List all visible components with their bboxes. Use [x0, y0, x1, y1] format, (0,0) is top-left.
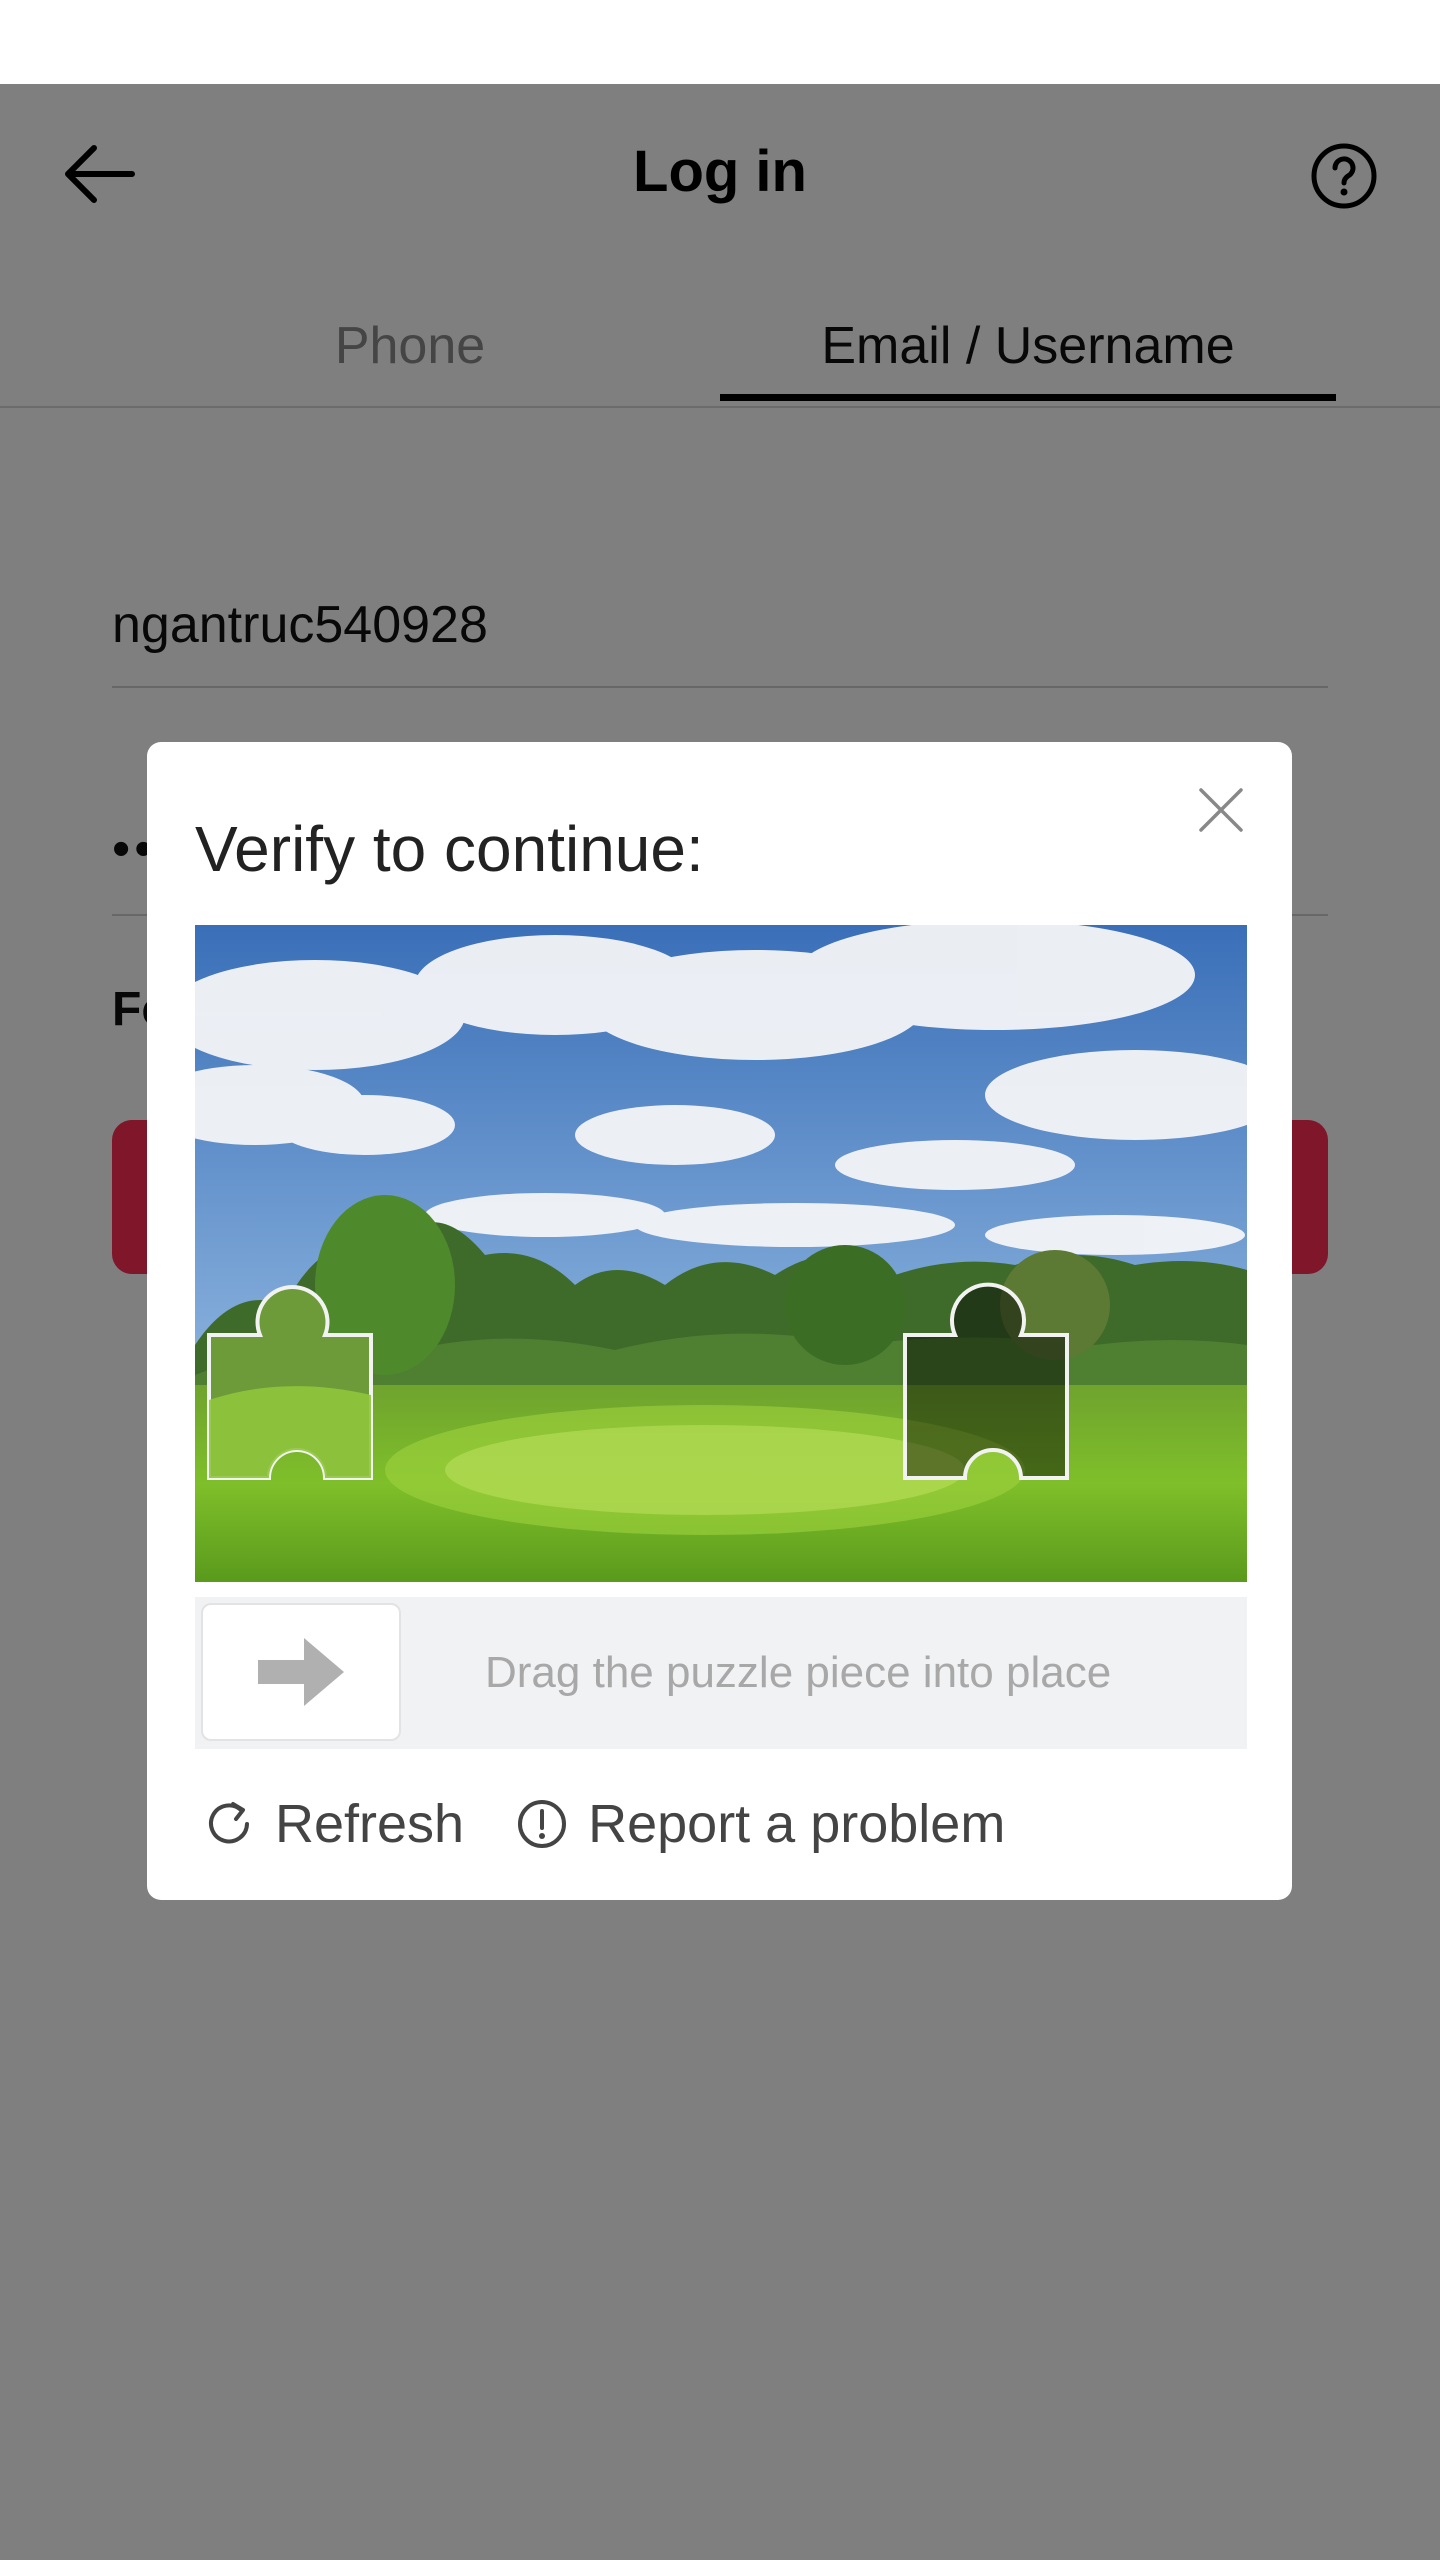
puzzle-slider-track[interactable]: Drag the puzzle piece into place	[195, 1597, 1247, 1749]
captcha-modal: Verify to continue: Drag the puzzle piec…	[147, 742, 1292, 1900]
captcha-actions: Refresh Report a problem	[203, 1784, 1057, 1864]
close-button[interactable]	[1193, 782, 1249, 838]
refresh-button[interactable]: Refresh	[203, 1793, 464, 1855]
refresh-icon	[203, 1798, 255, 1850]
report-problem-label: Report a problem	[588, 1794, 1006, 1854]
report-problem-button[interactable]: Report a problem	[516, 1793, 1005, 1855]
close-icon	[1199, 788, 1243, 832]
status-bar	[0, 0, 1440, 84]
slider-hint: Drag the puzzle piece into place	[485, 1648, 1112, 1697]
refresh-label: Refresh	[275, 1794, 465, 1854]
alert-circle-icon	[516, 1798, 568, 1850]
arrow-right-icon	[258, 1638, 344, 1706]
captcha-image	[195, 925, 1247, 1582]
captcha-title: Verify to continue:	[195, 813, 704, 885]
slider-handle[interactable]	[201, 1603, 401, 1741]
